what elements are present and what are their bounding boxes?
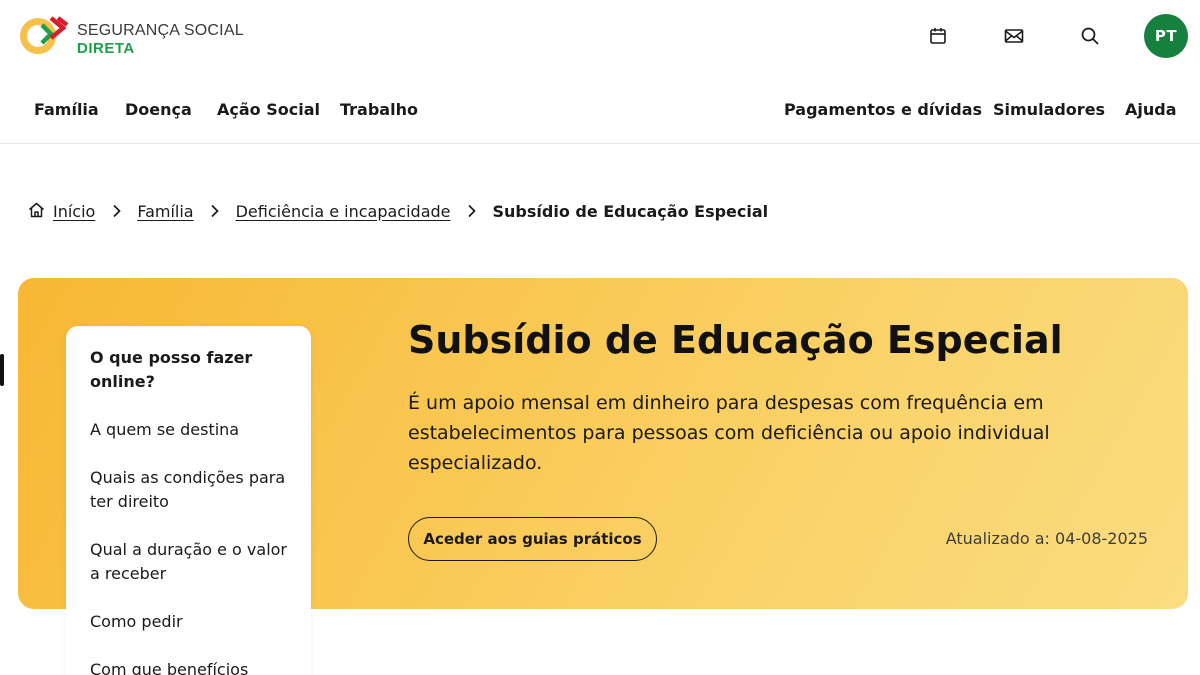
home-icon (28, 202, 45, 218)
brand-subname: DIRETA (77, 40, 135, 57)
breadcrumb: Início Família Deficiência e incapacidad… (28, 200, 768, 222)
chevron-right-icon (194, 204, 236, 218)
site-header: SEGURANÇA SOCIAL DIRETA PT Família Doenç… (0, 0, 1200, 144)
nav-item-simuladores[interactable]: Simuladores (993, 100, 1105, 119)
menu-item-destina[interactable]: A quem se destina (90, 418, 295, 442)
menu-item-online[interactable]: O que posso fazer online? (90, 346, 295, 394)
menu-item-como-pedir[interactable]: Como pedir (90, 610, 295, 634)
nav-item-trabalho[interactable]: Trabalho (340, 100, 418, 119)
menu-item-beneficios[interactable]: Com que benefícios (90, 658, 295, 675)
menu-item-duracao[interactable]: Qual a duração e o valor a receber (90, 538, 295, 586)
page-section-menu: O que posso fazer online? A quem se dest… (66, 326, 311, 675)
page-title: Subsídio de Educação Especial (408, 318, 1063, 362)
page-description: É um apoio mensal em dinheiro para despe… (408, 392, 1050, 474)
language-selector[interactable]: PT (1144, 14, 1188, 58)
breadcrumb-current: Subsídio de Educação Especial (492, 201, 769, 221)
nav-item-ajuda[interactable]: Ajuda (1125, 100, 1177, 119)
breadcrumb-familia[interactable]: Família (137, 202, 193, 221)
calendar-icon[interactable] (926, 24, 950, 48)
updated-date: Atualizado a: 04-08-2025 (945, 529, 1148, 548)
brand-name: SEGURANÇA SOCIAL (77, 22, 244, 39)
brand-logo[interactable]: SEGURANÇA SOCIAL DIRETA (18, 14, 244, 60)
breadcrumb-inicio[interactable]: Início (53, 202, 95, 221)
brand-logo-mark (20, 16, 69, 54)
mail-icon[interactable] (1002, 24, 1026, 48)
nav-item-acao-social[interactable]: Ação Social (217, 100, 320, 119)
active-indicator (0, 354, 4, 386)
practical-guides-button[interactable]: Aceder aos guias práticos (408, 517, 657, 561)
menu-item-condicoes[interactable]: Quais as condições para ter direito (90, 466, 295, 514)
nav-item-doenca[interactable]: Doença (125, 100, 192, 119)
chevron-right-icon (95, 204, 137, 218)
breadcrumb-deficiencia[interactable]: Deficiência e incapacidade (236, 202, 451, 221)
nav-item-familia[interactable]: Família (34, 100, 99, 119)
search-icon[interactable] (1078, 24, 1102, 48)
chevron-right-icon (451, 204, 493, 218)
nav-item-pagamentos[interactable]: Pagamentos e dívidas (784, 100, 982, 119)
